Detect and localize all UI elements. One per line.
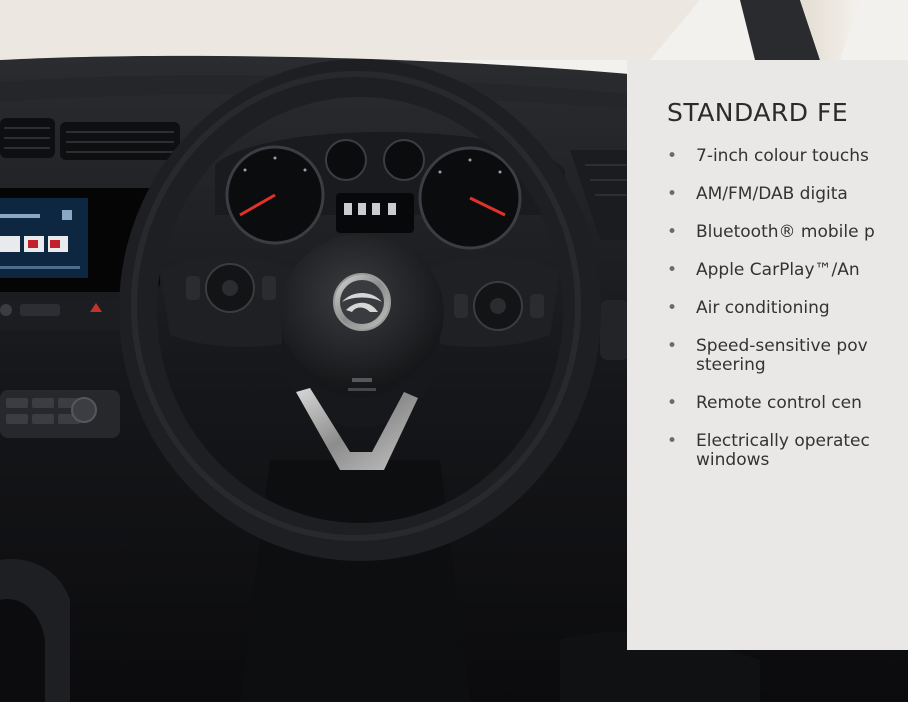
feature-item: • Bluetooth® mobile p xyxy=(667,223,908,242)
feature-item: • Speed-sensitive pov steering xyxy=(667,337,908,375)
feature-text: 7-inch colour touchs xyxy=(696,146,869,166)
bullet-icon: • xyxy=(667,260,678,280)
features-list: • 7-inch colour touchs • AM/FM/DAB digit… xyxy=(667,147,908,470)
bullet-icon: • xyxy=(667,298,678,318)
feature-item: • AM/FM/DAB digita xyxy=(667,185,908,204)
feature-item: • Air conditioning xyxy=(667,299,908,318)
bullet-icon: • xyxy=(667,146,678,166)
feature-text: Speed-sensitive pov steering xyxy=(696,336,868,375)
bullet-icon: • xyxy=(667,431,678,451)
feature-text: Air conditioning xyxy=(696,298,830,318)
feature-item: • Apple CarPlay™/An xyxy=(667,261,908,280)
features-title: STANDARD FE xyxy=(667,98,849,127)
bullet-icon: • xyxy=(667,393,678,413)
feature-text: Remote control cen xyxy=(696,393,862,413)
bullet-icon: • xyxy=(667,222,678,242)
feature-text: Electrically operatec windows xyxy=(696,431,870,470)
feature-text: Apple CarPlay™/An xyxy=(696,260,860,280)
bullet-icon: • xyxy=(667,336,678,356)
feature-item: • Remote control cen xyxy=(667,394,908,413)
brochure-page: STANDARD FE • 7-inch colour touchs • AM/… xyxy=(0,0,908,702)
feature-text: Bluetooth® mobile p xyxy=(696,222,875,242)
feature-item: • 7-inch colour touchs xyxy=(667,147,908,166)
feature-text: AM/FM/DAB digita xyxy=(696,184,848,204)
feature-item: • Electrically operatec windows xyxy=(667,432,908,470)
standard-features-card: STANDARD FE • 7-inch colour touchs • AM/… xyxy=(627,60,908,650)
bullet-icon: • xyxy=(667,184,678,204)
